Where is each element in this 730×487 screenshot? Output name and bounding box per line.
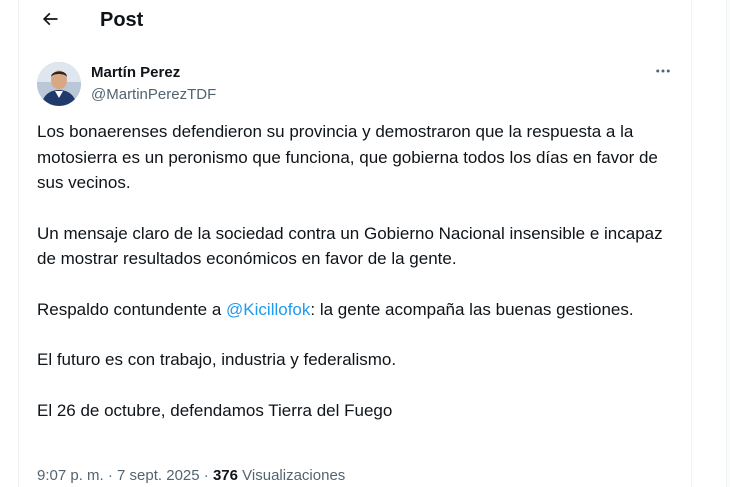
post-paragraph: Respaldo contundente a @Kicillofok: la g… (37, 297, 677, 323)
more-horizontal-icon (654, 62, 672, 85)
post-text-segment: : la gente acompaña las buenas gestiones… (310, 299, 634, 319)
post-paragraph: Los bonaerenses defendieron su provincia… (37, 122, 658, 192)
avatar[interactable] (37, 62, 81, 106)
more-options-button[interactable] (651, 62, 675, 84)
post-meta: 9:07 p. m. · 7 sept. 2025 · 376 Visualiz… (37, 466, 345, 486)
author-handle[interactable]: @MartinPerezTDF (91, 85, 216, 104)
page-title: Post (100, 9, 144, 31)
post-paragraph: Un mensaje claro de la sociedad contra u… (37, 223, 663, 269)
post-paragraph: El futuro es con trabajo, industria y fe… (37, 350, 397, 369)
meta-separator: · (103, 467, 118, 484)
post-text-segment: Respaldo contundente a (37, 299, 227, 319)
post-header: Post (19, 0, 691, 44)
views-label: Visualizaciones (238, 467, 346, 484)
post-column: Post Martín Perez @MartinPerezTDF Los bo… (18, 0, 692, 487)
meta-separator: · (199, 467, 213, 484)
author-name[interactable]: Martín Perez (91, 63, 180, 82)
arrow-left-icon (40, 9, 60, 34)
views-count: 376 (212, 467, 238, 484)
post-paragraph: El 26 de octubre, defendamos Tierra del … (37, 400, 393, 420)
post-text: Los bonaerenses defendieron su provincia… (37, 119, 677, 448)
mention-link[interactable]: @Kicillofok (226, 300, 310, 319)
post-time[interactable]: 9:07 p. m. (37, 467, 104, 484)
back-button[interactable] (39, 10, 61, 32)
right-sidebar-edge (726, 0, 730, 487)
post-date[interactable]: 7 sept. 2025 (117, 467, 200, 484)
